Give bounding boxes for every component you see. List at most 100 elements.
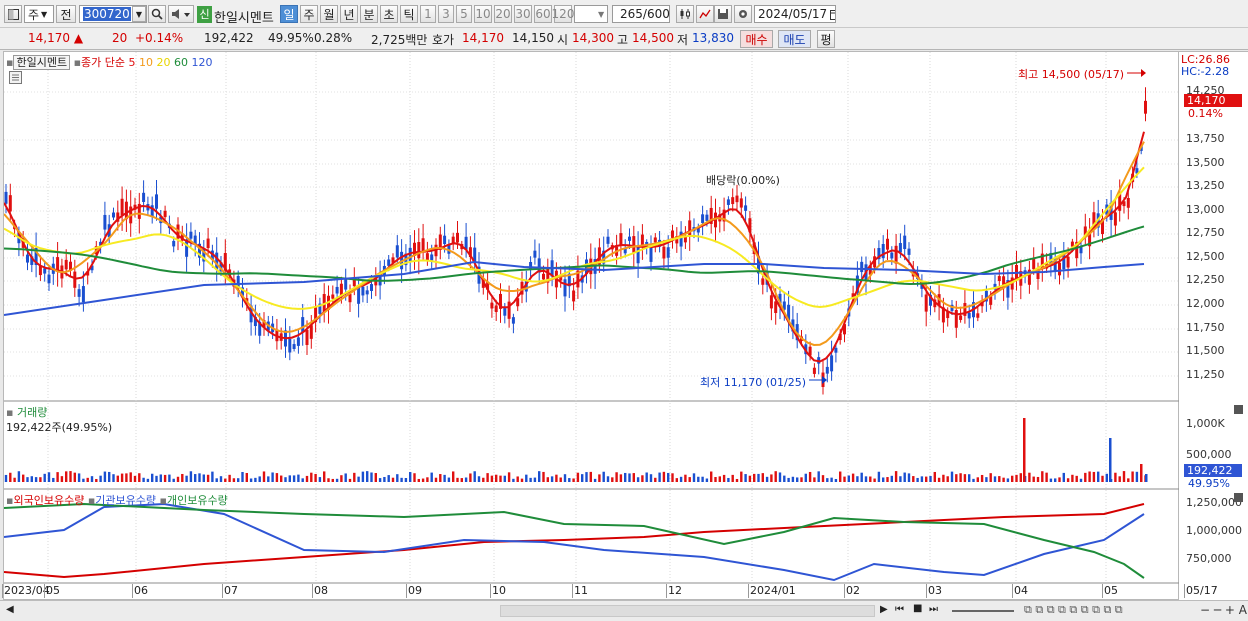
volume-bar <box>495 474 498 482</box>
volume-bar <box>361 471 365 482</box>
x-axis-label: 2023/04 <box>4 584 50 597</box>
buy-button[interactable]: 매수 <box>740 30 773 48</box>
date-field[interactable]: 2024/05/17 <box>754 5 836 23</box>
volume-bar <box>933 471 936 482</box>
volume-bar <box>529 477 532 482</box>
forward-icon[interactable]: ⏭ <box>929 604 938 615</box>
turnover-pct: 0.28% <box>314 31 353 45</box>
period-day[interactable]: 일 <box>280 5 298 23</box>
interval-10[interactable]: 10 <box>474 5 492 23</box>
x-axis-tick <box>222 584 223 598</box>
volume-bar <box>69 471 72 482</box>
candle-body <box>997 276 1001 281</box>
stop-icon[interactable]: ■ <box>913 603 922 614</box>
volume-bar <box>993 476 997 482</box>
volume-bar <box>1062 472 1065 482</box>
save-icon[interactable] <box>714 5 732 23</box>
window-icon[interactable] <box>4 5 22 23</box>
x-axis-tick <box>1102 584 1103 598</box>
volume-bar <box>512 478 515 482</box>
prev-button[interactable]: 전 <box>56 5 76 23</box>
price-tick-label: 11,250 <box>1186 368 1225 381</box>
interval-3[interactable]: 3 <box>438 5 454 23</box>
chevron-down-icon[interactable]: ▼ <box>132 6 146 22</box>
close-volume-panel-icon[interactable] <box>1234 405 1243 414</box>
indicator-grid-icon[interactable] <box>9 71 22 84</box>
scroll-left-icon[interactable]: ◀ <box>6 604 14 615</box>
period-year[interactable]: 년 <box>340 5 358 23</box>
x-axis-label: 05/17 <box>1186 584 1218 597</box>
zoom-controls[interactable]: − ─ + A <box>1200 603 1247 617</box>
volume-bar <box>916 477 919 482</box>
volume-bar <box>757 473 760 482</box>
interval-60[interactable]: 60 <box>534 5 552 23</box>
candle-body <box>172 240 176 247</box>
speaker-icon[interactable] <box>168 5 194 23</box>
data-count-field[interactable]: 265/600 <box>612 5 670 23</box>
candle-body <box>155 194 158 209</box>
volume-bar <box>189 471 193 482</box>
ma60-label: 60 <box>174 56 189 69</box>
zoom-slider[interactable] <box>952 610 1014 612</box>
gear-icon[interactable] <box>734 5 752 23</box>
volume-bar <box>353 472 356 482</box>
candle-body <box>606 236 610 244</box>
candle-body <box>632 236 636 253</box>
close-holding-panel-icon[interactable] <box>1234 493 1243 502</box>
volume-bar <box>1092 471 1096 482</box>
volume-bar <box>120 473 124 482</box>
layout-icons[interactable]: ⧉ ⧉ ⧉ ⧉ ⧉ ⧉ ⧉ ⧉ ⧉ <box>1024 603 1123 617</box>
interval-30[interactable]: 30 <box>514 5 532 23</box>
interval-120[interactable]: 120 <box>552 5 574 23</box>
sell-button[interactable]: 매도 <box>778 30 811 48</box>
volume-bar <box>985 477 988 482</box>
candle-body <box>769 295 773 309</box>
candle-body <box>456 232 459 243</box>
candle-body <box>898 243 902 253</box>
volume-bar <box>1127 478 1130 482</box>
volume-bar <box>598 474 601 482</box>
volume-bar <box>65 471 68 482</box>
type-dropdown[interactable]: 주 ▼ <box>24 5 54 23</box>
candle-body <box>1066 256 1070 268</box>
candle-body <box>705 214 709 221</box>
period-week[interactable]: 주 <box>300 5 318 23</box>
bid-price-2: 14,150 <box>512 31 554 45</box>
interval-dropdown[interactable]: ▼ <box>574 5 608 23</box>
interval-20[interactable]: 20 <box>494 5 512 23</box>
compare-icon[interactable] <box>696 5 714 23</box>
volume-bar <box>280 475 283 482</box>
volume-bar <box>563 474 567 482</box>
volume-bar <box>486 473 489 482</box>
avg-button[interactable]: 평 <box>817 30 835 48</box>
period-minute[interactable]: 분 <box>360 5 378 23</box>
search-icon[interactable] <box>148 5 166 23</box>
volume-bar <box>899 476 902 482</box>
low-annotation: 최저 11,170 (01/25) <box>700 376 807 389</box>
chart-area[interactable]: ▪ 한일시멘트 ▪종가 단순 5 10 20 60 120 최고 14,500 (… <box>3 51 1180 601</box>
period-month[interactable]: 월 <box>320 5 338 23</box>
scrollbar-thumb[interactable] <box>500 605 875 617</box>
volume-bar <box>22 474 25 482</box>
volume-bar <box>237 478 240 482</box>
candle-body <box>890 252 894 259</box>
volume-bar <box>1066 478 1070 482</box>
period-tick[interactable]: 틱 <box>400 5 418 23</box>
volume-bar <box>525 474 528 482</box>
volume-bar <box>224 478 227 482</box>
volume-bar <box>1045 472 1048 482</box>
chart-type-icon[interactable] <box>676 5 694 23</box>
play-icon[interactable]: ▶ <box>880 604 888 615</box>
bottom-toolbar: ◀ ▶ ⏮ ■ ⏭ ⧉ ⧉ ⧉ ⧉ ⧉ ⧉ ⧉ ⧉ ⧉ − ─ + A <box>0 600 1248 621</box>
x-axis-tick <box>312 584 313 598</box>
volume-bar <box>873 478 876 482</box>
volume-bar <box>168 474 171 482</box>
period-second[interactable]: 초 <box>380 5 398 23</box>
volume-bar <box>692 473 696 482</box>
rewind-icon[interactable]: ⏮ <box>895 604 904 615</box>
candle-body <box>967 312 971 319</box>
chart-canvas[interactable] <box>4 52 1180 601</box>
volume-value-label: 192,422주(49.95%) <box>6 421 113 434</box>
interval-5[interactable]: 5 <box>456 5 472 23</box>
interval-1[interactable]: 1 <box>420 5 436 23</box>
